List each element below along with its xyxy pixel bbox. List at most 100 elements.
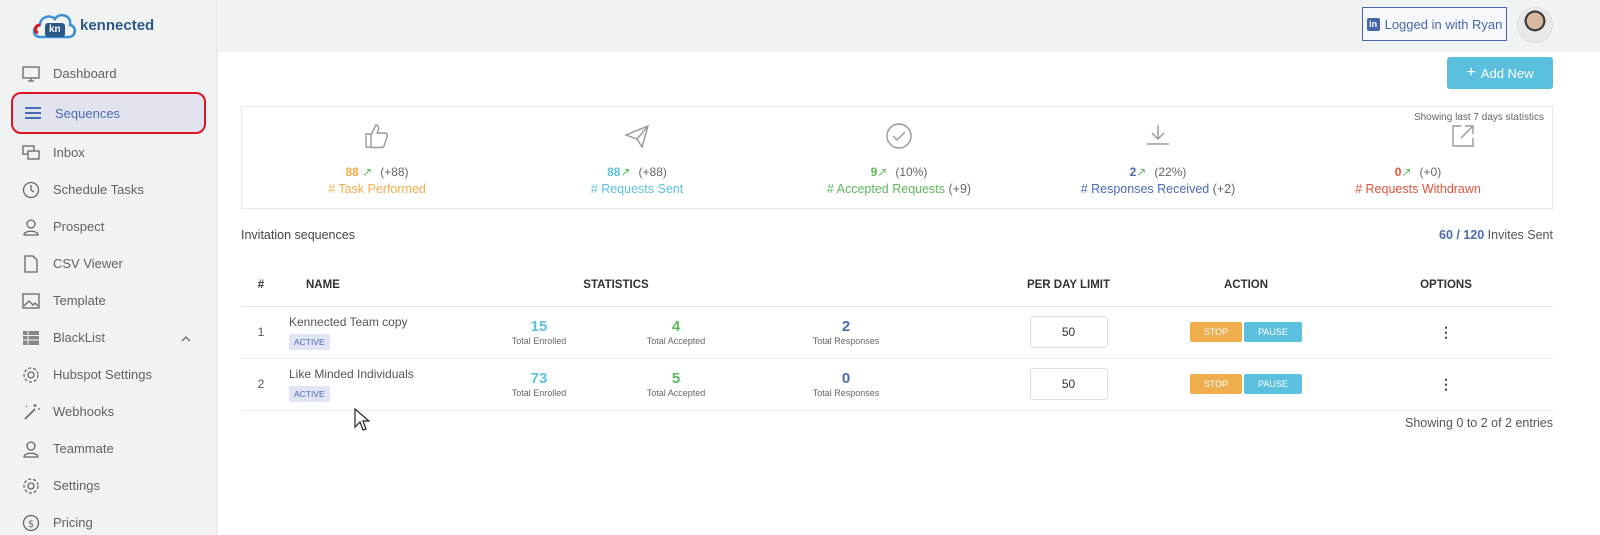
stat-requests-sent: 88↗ (+88) # Requests Sent [517,107,757,196]
col-statistics: STATISTICS [546,265,686,307]
col-name: NAME [281,265,406,307]
total-responses-value: 2 [841,318,851,335]
grid-icon [22,329,40,347]
sidebar-item-label: Sequences [55,105,121,121]
total-responses-label: Total Responses [812,388,880,398]
sidebar-item-template[interactable]: Template [0,282,217,319]
per-day-limit-input[interactable]: 50 [1029,316,1108,348]
image-icon [22,292,40,310]
stat-value: 88 [345,165,359,179]
sidebar-item-teammate[interactable]: Teammate [0,430,217,467]
table-row: 1 Kennected Team copy ACTIVE 15 Total En… [241,306,1553,359]
monitor-icon [22,65,40,83]
stat-task-performed: 88 ↗ (+88) # Task Performed [257,107,497,196]
paper-plane-icon [622,121,652,151]
col-number: # [241,265,281,307]
sidebar-item-label: Settings [53,478,100,493]
dollar-icon: $ [22,514,40,532]
brand-logo[interactable]: kn kennected [30,8,154,42]
col-spacer [686,265,831,307]
sidebar-item-label: Webhooks [53,404,115,419]
sidebar-item-schedule-tasks[interactable]: Schedule Tasks [0,171,217,208]
stat-responses-received: 2↗ (22%) # Responses Received (+2) [1038,107,1278,196]
options-menu-icon[interactable]: ⋮ [1366,358,1526,411]
table-header-row: # NAME STATISTICS PER DAY LIMIT ACTION O… [241,265,1553,307]
stat-change: (+0) [1419,165,1442,179]
sidebar-item-webhooks[interactable]: Webhooks [0,393,217,430]
col-options: OPTIONS [1366,265,1526,307]
stat-extra: (+9) [948,182,972,196]
chat-icon [22,144,40,162]
user-icon [22,440,40,458]
sidebar-item-sequences[interactable]: Sequences [11,92,206,134]
total-accepted-label: Total Accepted [646,336,706,346]
stat-label: # Requests Withdrawn [1355,182,1481,196]
stat-extra: (+2) [1212,182,1236,196]
table-row: 2 Like Minded Individuals ACTIVE 73 Tota… [241,358,1553,411]
sidebar-item-label: Hubspot Settings [53,367,153,382]
options-menu-icon[interactable]: ⋮ [1366,306,1526,359]
pause-button[interactable]: PAUSE [1244,322,1302,342]
total-accepted-value: 4 [671,318,681,335]
trend-up-icon: ↗ [1136,165,1147,179]
total-enrolled-label: Total Enrolled [511,336,567,346]
logged-in-button[interactable]: in Logged in with Ryan [1362,7,1507,41]
add-new-button[interactable]: + Add New [1447,57,1553,89]
sidebar-nav: Dashboard Sequences Inbox Schedule Tasks… [0,55,217,535]
sidebar-item-label: Teammate [53,441,114,456]
pause-button[interactable]: PAUSE [1244,374,1302,394]
stat-label: # Requests Sent [590,182,684,196]
trend-up-icon: ↗ [620,165,631,179]
action-cell: STOP PAUSE [1126,306,1366,359]
table-entries-info: Showing 0 to 2 of 2 entries [1404,416,1553,430]
download-icon [1143,121,1173,151]
sidebar-item-label: BlackList [53,330,106,345]
sidebar-item-inbox[interactable]: Inbox [0,134,217,171]
avatar[interactable] [1517,7,1553,43]
stop-button[interactable]: STOP [1190,322,1242,342]
plus-icon: + [1466,64,1476,81]
main-content: + Add New Showing last 7 days statistics… [218,52,1600,535]
trend-up-icon: ↗ [1401,165,1412,179]
sequences-table: # NAME STATISTICS PER DAY LIMIT ACTION O… [241,265,1553,411]
sidebar-item-blacklist[interactable]: BlackList [0,319,217,356]
sidebar-item-label: Schedule Tasks [53,182,144,197]
col-spacer [406,265,546,307]
per-day-limit-input[interactable]: 50 [1029,368,1108,400]
row-number: 1 [241,306,281,359]
sidebar: kn kennected Dashboard Sequences Inbox S… [0,0,217,535]
brand-name: kennected [80,16,155,34]
row-number: 2 [241,358,281,411]
svg-text:$: $ [28,519,34,530]
stat-change: (22%) [1154,165,1187,179]
sidebar-item-label: Inbox [53,145,85,160]
row-spacer [1526,358,1553,411]
stats-panel: Showing last 7 days statistics 88 ↗ (+88)… [241,106,1553,209]
gear-icon [22,366,40,384]
chevron-up-icon[interactable] [181,331,191,346]
sidebar-item-pricing[interactable]: $ Pricing [0,504,217,535]
stat-label: # Responses Received [1080,182,1210,196]
stat-change: (10%) [895,165,928,179]
linkedin-icon: in [1366,17,1380,31]
action-cell: STOP PAUSE [1126,358,1366,411]
mouse-cursor-icon [354,407,371,437]
sidebar-item-hubspot-settings[interactable]: Hubspot Settings [0,356,217,393]
stat-value: 88 [607,165,621,179]
sidebar-item-csv-viewer[interactable]: CSV Viewer [0,245,217,282]
external-link-icon [1448,121,1478,151]
stat-change: (+88) [638,165,667,179]
sidebar-item-label: Pricing [53,515,93,530]
sidebar-item-prospect[interactable]: Prospect [0,208,217,245]
trend-up-icon: ↗ [362,165,373,179]
list-icon [24,104,42,122]
total-enrolled-label: Total Enrolled [511,388,567,398]
sidebar-item-settings[interactable]: Settings [0,467,217,504]
clock-icon [22,181,40,199]
col-spacer [1526,265,1553,307]
stat-requests-withdrawn: 0↗ (+0) # Requests Withdrawn [1298,107,1538,196]
invites-used: 60 [1439,228,1453,242]
sidebar-item-dashboard[interactable]: Dashboard [0,55,217,92]
stop-button[interactable]: STOP [1190,374,1242,394]
status-badge: ACTIVE [289,333,330,350]
